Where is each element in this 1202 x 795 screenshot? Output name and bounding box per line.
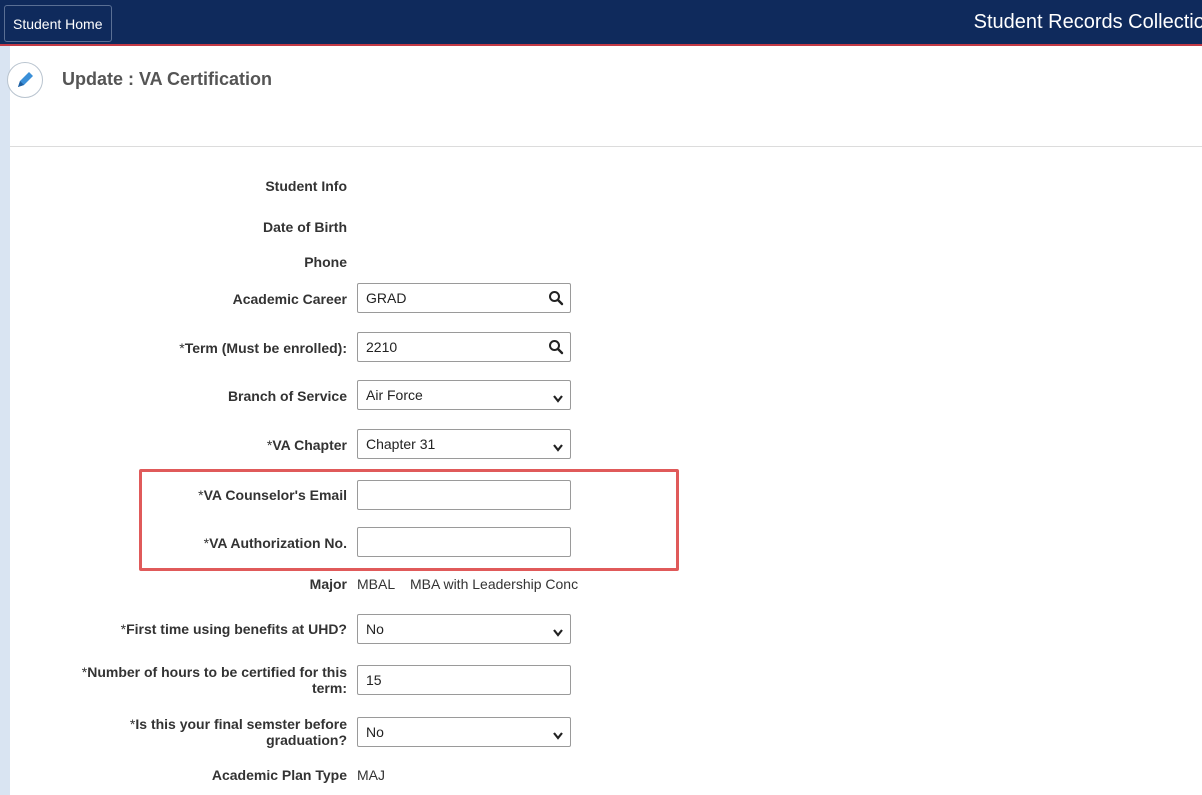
divider <box>10 146 1202 147</box>
va-email-label-text: VA Counselor's Email <box>203 487 347 503</box>
pencil-icon <box>7 62 43 98</box>
hours-value: 15 <box>366 672 382 688</box>
va-chapter-select[interactable]: Chapter 31 <box>357 429 571 459</box>
student-info-label: Student Info <box>265 178 347 194</box>
major-code: MBAL <box>357 576 396 592</box>
first-time-value: No <box>366 621 384 637</box>
term-label: *Term (Must be enrolled): <box>179 340 347 356</box>
plan-type-label: Academic Plan Type <box>211 767 347 783</box>
first-time-select[interactable]: No <box>357 614 571 644</box>
student-home-button[interactable]: Student Home <box>4 5 112 42</box>
branch-value: Air Force <box>366 387 423 403</box>
final-semester-label-line1: Is this your final semster before <box>135 716 347 732</box>
first-time-label-text: First time using benefits at UHD? <box>126 621 347 637</box>
term-value: 2210 <box>366 339 398 355</box>
search-icon[interactable] <box>548 339 564 358</box>
major-label: Major <box>309 576 347 592</box>
app-title: Student Records Collection <box>973 11 1202 33</box>
academic-career-label: Academic Career <box>232 291 347 307</box>
chevron-down-icon <box>552 625 564 641</box>
term-field[interactable]: 2210 <box>357 332 571 362</box>
first-time-label: *First time using benefits at UHD? <box>121 621 347 637</box>
va-auth-label-text: VA Authorization No. <box>209 535 347 551</box>
branch-label: Branch of Service <box>227 388 347 404</box>
final-semester-select[interactable]: No <box>357 717 571 747</box>
va-auth-field[interactable] <box>357 527 571 557</box>
hours-field[interactable]: 15 <box>357 665 571 695</box>
hours-label: *Number of hours to be certified for thi… <box>82 664 347 696</box>
branch-select[interactable]: Air Force <box>357 380 571 410</box>
major-description: MBA with Leadership Conc <box>410 576 579 592</box>
final-semester-value: No <box>366 724 384 740</box>
va-chapter-value: Chapter 31 <box>366 436 436 452</box>
va-email-field[interactable] <box>357 480 571 510</box>
date-of-birth-label: Date of Birth <box>263 219 347 235</box>
va-auth-label: *VA Authorization No. <box>204 535 347 551</box>
chevron-down-icon <box>552 728 564 744</box>
final-semester-label-line2: graduation? <box>266 732 347 748</box>
va-email-label: *VA Counselor's Email <box>198 487 347 503</box>
academic-career-field[interactable]: GRAD <box>357 283 571 313</box>
term-label-text: Term (Must be enrolled): <box>184 340 347 356</box>
chevron-down-icon <box>552 391 564 407</box>
page-title: Update : VA Certification <box>62 69 273 89</box>
phone-label: Phone <box>304 254 347 270</box>
hours-label-line2: term: <box>311 680 347 696</box>
plan-type-value: MAJ <box>357 767 385 783</box>
final-semester-label: *Is this your final semster before gradua… <box>130 716 347 748</box>
left-strip <box>0 0 10 795</box>
va-chapter-label-text: VA Chapter <box>272 437 347 453</box>
academic-career-value: GRAD <box>366 290 407 306</box>
va-chapter-label: *VA Chapter <box>267 437 347 453</box>
top-navigation-bar: Student Home Student Records Collection <box>0 0 1202 46</box>
chevron-down-icon <box>552 440 564 456</box>
search-icon[interactable] <box>548 290 564 309</box>
hours-label-line1: Number of hours to be certified for this <box>87 664 347 680</box>
